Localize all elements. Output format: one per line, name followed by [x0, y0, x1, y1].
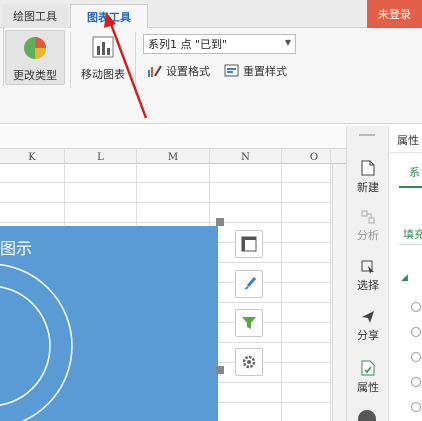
- resize-handle[interactable]: [216, 218, 224, 226]
- analyze-icon: [361, 210, 375, 224]
- resize-handle[interactable]: [216, 366, 224, 374]
- column-header[interactable]: M: [137, 149, 209, 165]
- properties-button[interactable]: 属性: [347, 360, 389, 395]
- fill-option-radio[interactable]: [411, 352, 421, 362]
- gear-icon: [242, 355, 256, 369]
- formula-strip: [0, 126, 346, 148]
- share-plane-icon: [362, 311, 374, 323]
- ribbon-separator: [70, 32, 71, 88]
- more-icon[interactable]: [358, 410, 376, 421]
- collapse-handle[interactable]: [359, 134, 375, 136]
- active-tab-underline: [399, 186, 422, 188]
- pie-chart-icon: [24, 37, 46, 59]
- reset-style-label: 重置样式: [243, 65, 287, 78]
- chart-settings-button[interactable]: [235, 348, 263, 376]
- select-button-label: 选择: [357, 279, 379, 292]
- doughnut-chart-rings: [0, 263, 73, 421]
- share-button-label: 分享: [357, 329, 379, 342]
- properties-panel: 属性 系 填充 ◢: [388, 126, 422, 421]
- fill-tab-underline: [399, 244, 422, 245]
- chart-style-button[interactable]: [235, 270, 263, 298]
- login-button[interactable]: 未登录: [367, 0, 422, 28]
- chart-filter-button[interactable]: [235, 309, 263, 337]
- paint-brush-icon: [244, 277, 257, 290]
- filter-icon: [242, 317, 256, 329]
- set-format-button[interactable]: 设置格式: [147, 62, 210, 80]
- analyze-button-label: 分析: [357, 229, 379, 242]
- move-chart-button[interactable]: 移动图表: [78, 30, 128, 85]
- grid-line: [0, 222, 346, 223]
- set-format-label: 设置格式: [166, 65, 210, 78]
- analyze-button[interactable]: 分析: [347, 210, 389, 243]
- series-options-tab[interactable]: 系: [409, 164, 420, 180]
- chart-elements-button[interactable]: [235, 230, 263, 258]
- ribbon-left-edge: [0, 26, 4, 86]
- fill-option-radio[interactable]: [411, 402, 421, 412]
- column-header[interactable]: O: [282, 149, 346, 165]
- bar-chart-icon: [92, 36, 114, 58]
- column-header[interactable]: K: [0, 149, 64, 165]
- vertical-scrollbar[interactable]: [332, 164, 346, 421]
- share-button[interactable]: 分享: [347, 310, 389, 343]
- chart-elements-icon: [241, 236, 257, 252]
- new-document-icon: [361, 160, 375, 176]
- column-header[interactable]: N: [210, 149, 281, 165]
- grid-line: [330, 148, 331, 421]
- change-chart-type-label: 更改类型: [13, 69, 57, 82]
- side-task-strip: 新建 分析 选择 分享 属性: [346, 126, 388, 421]
- column-header-row: K L M N O: [0, 148, 346, 164]
- triangle-down-icon[interactable]: ◢: [401, 273, 408, 283]
- tab-chart-tools[interactable]: 图表工具: [70, 4, 148, 28]
- properties-document-icon: [361, 360, 375, 376]
- chart-object[interactable]: 图示: [0, 226, 218, 421]
- grid-line: [281, 148, 282, 421]
- select-cursor-icon: [361, 260, 374, 274]
- format-brush-icon: [148, 65, 162, 77]
- new-button-label: 新建: [357, 181, 379, 194]
- properties-panel-title: 属性: [397, 134, 419, 147]
- tab-drawing-tools[interactable]: 绘图工具: [2, 4, 68, 28]
- series-select-dropdown[interactable]: 系列1 点 "已到" ▼: [143, 34, 296, 54]
- panel-divider: [389, 152, 422, 153]
- ribbon-separator: [135, 32, 136, 88]
- grid-line: [0, 182, 346, 183]
- fill-option-radio[interactable]: [411, 302, 421, 312]
- new-button[interactable]: 新建: [347, 160, 389, 195]
- grid-line: [0, 202, 346, 203]
- column-header[interactable]: L: [65, 149, 136, 165]
- select-button[interactable]: 选择: [347, 260, 389, 293]
- reset-style-button[interactable]: 重置样式: [224, 62, 287, 80]
- move-chart-label: 移动图表: [81, 68, 125, 81]
- chevron-down-icon: ▼: [284, 38, 291, 47]
- change-chart-type-button[interactable]: 更改类型: [5, 30, 65, 85]
- fill-option-radio[interactable]: [411, 377, 421, 387]
- fill-option-radio[interactable]: [411, 327, 421, 337]
- fill-tab[interactable]: 填充: [403, 226, 422, 242]
- series-select-value: 系列1 点 "已到": [148, 38, 228, 51]
- reset-style-icon: [224, 64, 239, 77]
- properties-button-label: 属性: [357, 381, 379, 394]
